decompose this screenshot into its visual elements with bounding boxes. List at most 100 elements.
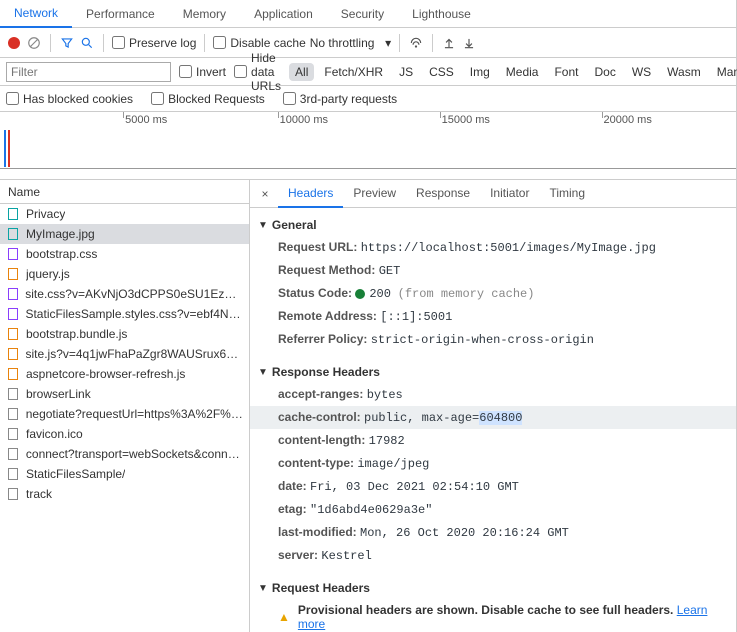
request-table: Name Privacy MyImage.jpg bootstrap.css jque… [0,180,250,632]
section-request-headers[interactable]: ▼Request Headers [250,575,736,599]
timeline-tick: 5000 ms [125,114,167,126]
upload-har-icon[interactable] [441,35,457,51]
request-name: jquery.js [26,267,70,281]
request-name: Privacy [26,207,65,221]
section-response-headers[interactable]: ▼Response Headers [250,359,736,383]
panel-tab-lighthouse[interactable]: Lighthouse [398,1,485,27]
file-icon [6,327,20,341]
panel-tab-memory[interactable]: Memory [169,1,240,27]
detail-tab-timing[interactable]: Timing [539,180,595,207]
network-conditions-icon[interactable] [408,35,424,51]
file-icon [6,227,20,241]
hide-data-urls-checkbox[interactable]: Hide data URLs [234,51,281,93]
file-icon [6,367,20,381]
provisional-headers-warning: ▲ Provisional headers are shown. Disable… [250,599,736,632]
request-row[interactable]: MyImage.jpg [0,224,249,244]
request-name: connect?transport=webSockets&conne... [26,447,243,461]
type-filter-js[interactable]: JS [393,63,419,81]
general-referrer-policy: Referrer Policy: strict-origin-when-cros… [250,328,736,351]
type-filter-wasm[interactable]: Wasm [661,63,707,81]
type-filter-all[interactable]: All [289,63,314,81]
record-button[interactable] [6,35,22,51]
type-filter-css[interactable]: CSS [423,63,460,81]
filter-input[interactable] [6,62,171,82]
request-row[interactable]: bootstrap.bundle.js [0,324,249,344]
section-general[interactable]: ▼General [250,212,736,236]
detail-tab-headers[interactable]: Headers [278,180,343,208]
response-header-row: date: Fri, 03 Dec 2021 02:54:10 GMT [250,475,736,498]
network-toolbar: Preserve log Disable cache No throttling… [0,28,736,58]
request-row[interactable]: StaticFilesSample.styles.css?v=ebf4NvV..… [0,304,249,324]
panel-tab-security[interactable]: Security [327,1,398,27]
close-detail-icon[interactable]: × [254,187,276,201]
request-name: bootstrap.css [26,247,97,261]
network-filter-bar: Invert Hide data URLs AllFetch/XHRJSCSSI… [0,58,736,86]
request-name: bootstrap.bundle.js [26,327,127,341]
response-header-row: accept-ranges: bytes [250,383,736,406]
network-filter-bar-2: Has blocked cookies Blocked Requests 3rd… [0,86,736,112]
request-row[interactable]: track [0,484,249,504]
request-row[interactable]: jquery.js [0,264,249,284]
type-filter-font[interactable]: Font [548,63,584,81]
type-filter-ws[interactable]: WS [626,63,657,81]
request-row[interactable]: site.js?v=4q1jwFhaPaZgr8WAUSrux6hA... [0,344,249,364]
request-row[interactable]: negotiate?requestUrl=https%3A%2F%2... [0,404,249,424]
detail-tab-response[interactable]: Response [406,180,480,207]
preserve-log-checkbox[interactable]: Preserve log [112,36,196,50]
request-table-header-name[interactable]: Name [0,180,249,204]
general-request-method: Request Method: GET [250,259,736,282]
type-filter-media[interactable]: Media [500,63,545,81]
resource-type-filters: AllFetch/XHRJSCSSImgMediaFontDoc WSWasmMa… [289,63,737,81]
third-party-checkbox[interactable]: 3rd-party requests [283,92,397,106]
timeline-tick: 20000 ms [604,114,652,126]
request-row[interactable]: aspnetcore-browser-refresh.js [0,364,249,384]
type-filter-fetchxhr[interactable]: Fetch/XHR [318,63,389,81]
request-detail-panel: × HeadersPreviewResponseInitiatorTiming … [250,180,736,632]
request-name: browserLink [26,387,91,401]
request-row[interactable]: Privacy [0,204,249,224]
general-request-url: Request URL: https://localhost:5001/imag… [250,236,736,259]
search-icon[interactable] [79,35,95,51]
file-icon [6,247,20,261]
panel-tab-application[interactable]: Application [240,1,327,27]
throttling-select[interactable]: No throttling ▾ [310,36,391,50]
blocked-requests-checkbox[interactable]: Blocked Requests [151,92,265,106]
file-icon [6,467,20,481]
invert-checkbox[interactable]: Invert [179,65,226,79]
request-row[interactable]: browserLink [0,384,249,404]
request-name: site.js?v=4q1jwFhaPaZgr8WAUSrux6hA... [26,347,243,361]
file-icon [6,487,20,501]
clear-icon[interactable] [26,35,42,51]
request-row[interactable]: favicon.ico [0,424,249,444]
network-timeline[interactable]: 5000 ms10000 ms15000 ms20000 ms [0,112,736,180]
filter-icon[interactable] [59,35,75,51]
response-header-row: last-modified: Mon, 26 Oct 2020 20:16:24… [250,521,736,544]
request-name: negotiate?requestUrl=https%3A%2F%2... [26,407,243,421]
request-row[interactable]: bootstrap.css [0,244,249,264]
file-icon [6,447,20,461]
type-filter-doc[interactable]: Doc [588,63,621,81]
file-icon [6,427,20,441]
file-icon [6,267,20,281]
detail-tab-initiator[interactable]: Initiator [480,180,539,207]
detail-tab-preview[interactable]: Preview [343,180,406,207]
file-icon [6,407,20,421]
file-icon [6,387,20,401]
request-row[interactable]: connect?transport=webSockets&conne... [0,444,249,464]
request-row[interactable]: StaticFilesSample/ [0,464,249,484]
disable-cache-checkbox[interactable]: Disable cache [213,36,305,50]
type-filter-img[interactable]: Img [464,63,496,81]
general-status-code: Status Code: 200 (from memory cache) [250,282,736,305]
file-icon [6,307,19,321]
blocked-cookies-checkbox[interactable]: Has blocked cookies [6,92,133,106]
request-name: MyImage.jpg [26,227,95,241]
file-icon [6,287,19,301]
download-har-icon[interactable] [461,35,477,51]
panel-tab-performance[interactable]: Performance [72,1,169,27]
request-name: favicon.ico [26,427,83,441]
file-icon [6,207,20,221]
request-name: StaticFilesSample.styles.css?v=ebf4NvV..… [25,307,243,321]
request-row[interactable]: site.css?v=AKvNjO3dCPPS0eSU1Ez8T2... [0,284,249,304]
panel-tab-network[interactable]: Network [0,0,72,28]
type-filter-manife[interactable]: Manife [711,63,737,81]
